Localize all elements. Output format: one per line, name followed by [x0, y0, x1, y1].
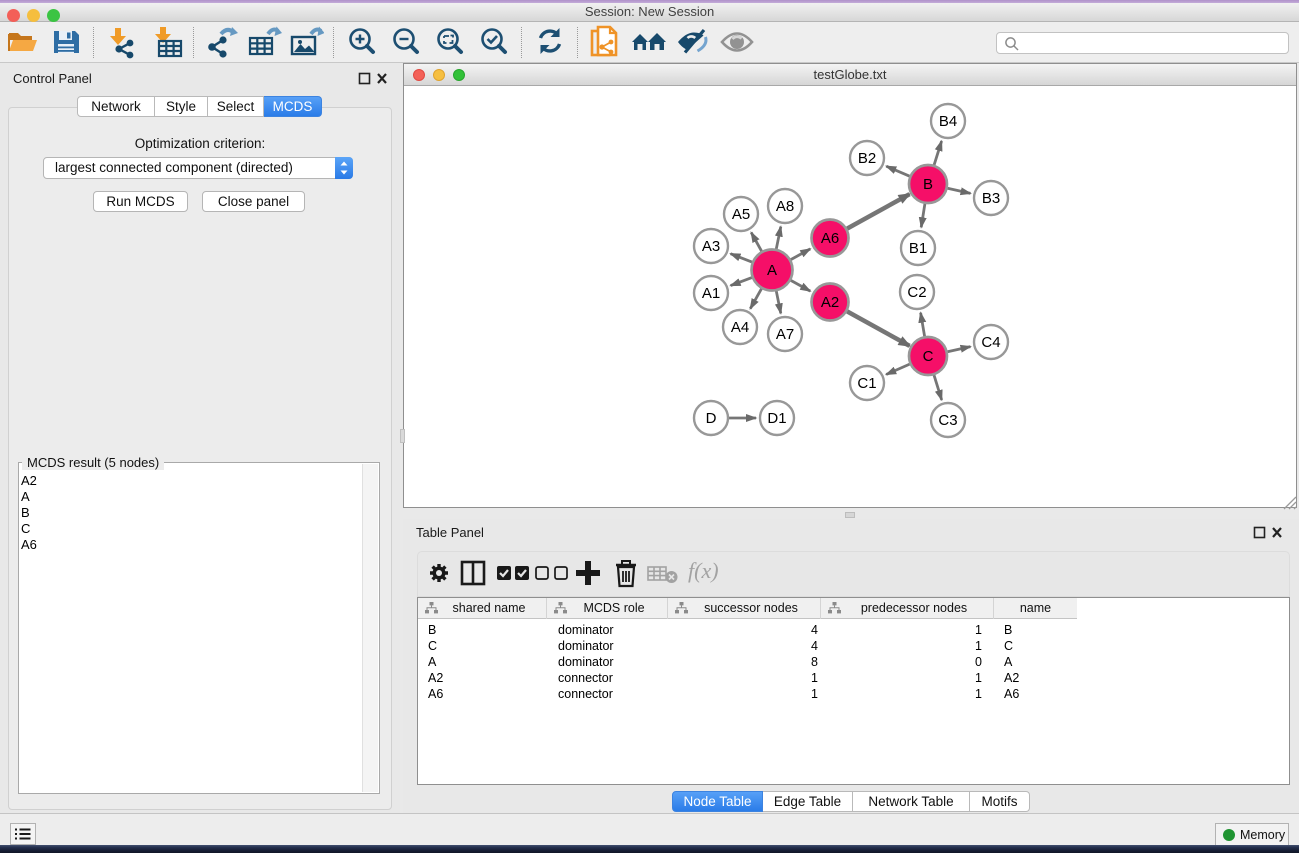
- svg-text:B2: B2: [858, 150, 876, 167]
- svg-text:A4: A4: [731, 319, 749, 336]
- svg-text:B4: B4: [939, 113, 957, 130]
- svg-text:A8: A8: [776, 198, 794, 215]
- svg-text:C2: C2: [907, 284, 926, 301]
- svg-text:A6: A6: [821, 230, 839, 247]
- svg-text:A5: A5: [732, 206, 750, 223]
- svg-text:B: B: [923, 176, 933, 193]
- svg-text:B1: B1: [909, 240, 927, 257]
- svg-text:A: A: [767, 262, 777, 279]
- svg-text:C4: C4: [981, 334, 1000, 351]
- svg-text:A3: A3: [702, 238, 720, 255]
- svg-text:C1: C1: [857, 375, 876, 392]
- svg-text:D1: D1: [767, 410, 786, 427]
- svg-text:A7: A7: [776, 326, 794, 343]
- svg-text:A1: A1: [702, 285, 720, 302]
- svg-text:C3: C3: [938, 412, 957, 429]
- svg-text:A2: A2: [821, 294, 839, 311]
- svg-text:B3: B3: [982, 190, 1000, 207]
- svg-text:D: D: [706, 410, 717, 427]
- svg-text:C: C: [923, 348, 934, 365]
